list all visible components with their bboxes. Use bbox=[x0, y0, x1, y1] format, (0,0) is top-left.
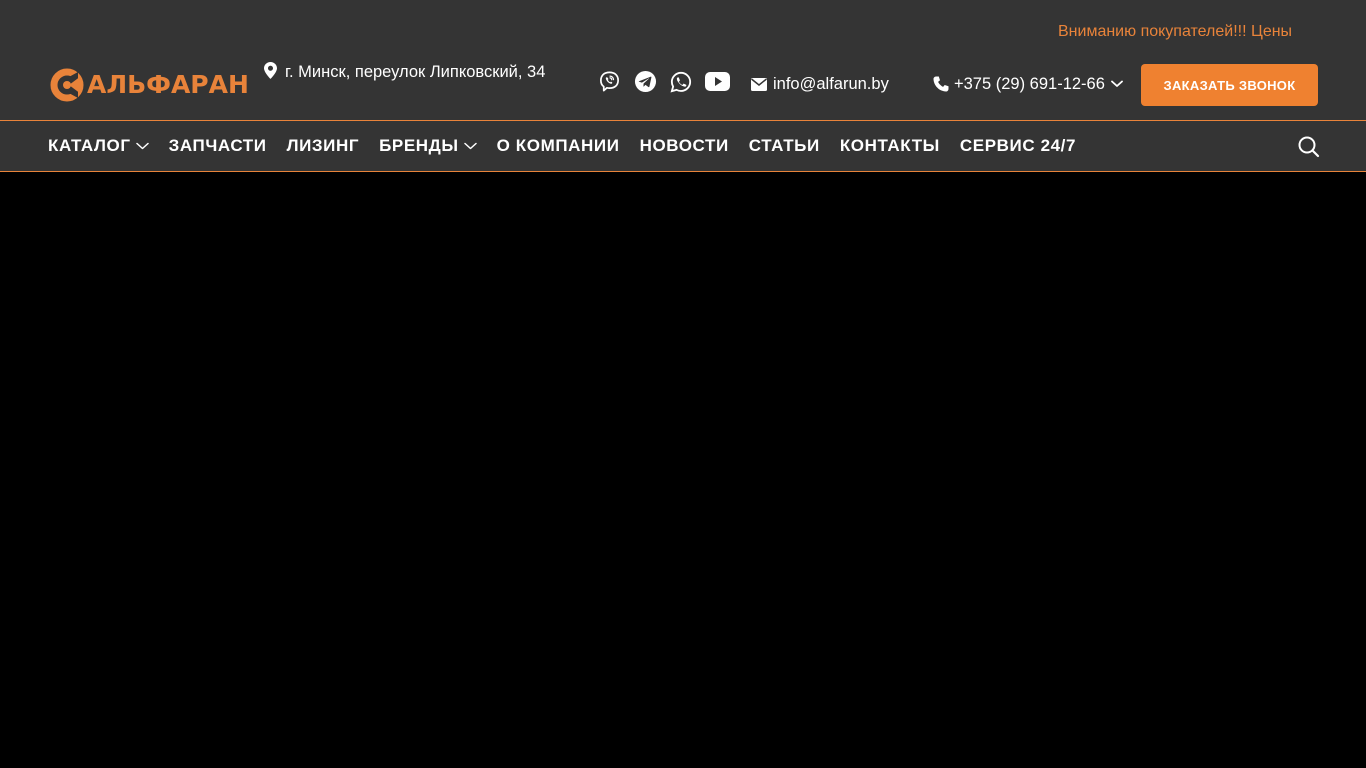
logo-mark-icon bbox=[50, 68, 84, 102]
map-pin-icon bbox=[264, 62, 277, 79]
whatsapp-link[interactable] bbox=[670, 71, 692, 98]
main-content-area bbox=[0, 172, 1366, 768]
nav-item-label: НОВОСТИ bbox=[639, 136, 729, 155]
email-text: info@alfarun.by bbox=[773, 74, 889, 93]
chevron-down-icon bbox=[135, 142, 149, 150]
youtube-icon bbox=[705, 72, 730, 91]
address-block: г. Минск, переулок Липковский, 34 bbox=[264, 59, 574, 85]
whatsapp-icon bbox=[670, 71, 692, 92]
announcement-ticker: Вниманию покупателей!!! Цены bbox=[1058, 20, 1318, 44]
email-link[interactable]: info@alfarun.by bbox=[751, 71, 889, 97]
nav-item-label: ЗАПЧАСТИ bbox=[168, 136, 267, 155]
nav-item-label: КОНТАКТЫ bbox=[839, 136, 940, 155]
phone-icon bbox=[933, 76, 949, 92]
nav-item-8[interactable]: КОНТАКТЫ bbox=[840, 136, 940, 156]
nav-item-6[interactable]: НОВОСТИ bbox=[640, 136, 729, 156]
address-text: г. Минск, переулок Липковский, 34 bbox=[285, 63, 546, 81]
logo-text: АЛЬФАРАН bbox=[87, 70, 249, 99]
nav-item-1[interactable]: КАТАЛОГ bbox=[48, 136, 149, 156]
nav-item-5[interactable]: О КОМПАНИИ bbox=[497, 136, 620, 156]
nav-item-label: СЕРВИС 24/7 bbox=[959, 136, 1077, 155]
announcement-text: Вниманию покупателей!!! Цены bbox=[1058, 23, 1293, 40]
phone-text: +375 (29) 691-12-66 bbox=[954, 74, 1105, 93]
header-topbar: АЛЬФАРАН г. Минск, переулок Липковский, … bbox=[0, 54, 1366, 120]
main-navigation: КАТАЛОГ ЗАПЧАСТИ ЛИЗИНГ БРЕНДЫ О КОМПАНИИ НОВ… bbox=[0, 120, 1366, 172]
youtube-link[interactable] bbox=[705, 72, 730, 96]
nav-items: КАТАЛОГ ЗАПЧАСТИ ЛИЗИНГ БРЕНДЫ О КОМПАНИИ НОВ… bbox=[48, 121, 1096, 171]
site-header: Вниманию покупателей!!! Цены АЛЬФАРАН г.… bbox=[0, 0, 1366, 172]
nav-item-label: КАТАЛОГ bbox=[48, 136, 131, 155]
nav-item-2[interactable]: ЗАПЧАСТИ bbox=[169, 136, 267, 156]
telegram-icon bbox=[634, 70, 657, 93]
phone-dropdown[interactable]: +375 (29) 691-12-66 bbox=[933, 71, 1123, 97]
nav-item-4[interactable]: БРЕНДЫ bbox=[379, 136, 477, 156]
nav-item-9[interactable]: СЕРВИС 24/7 bbox=[960, 136, 1076, 156]
site-logo[interactable]: АЛЬФАРАН bbox=[50, 68, 249, 102]
page: Вниманию покупателей!!! Цены АЛЬФАРАН г.… bbox=[0, 0, 1366, 768]
telegram-link[interactable] bbox=[634, 70, 657, 98]
nav-item-label: СТАТЬИ bbox=[748, 136, 820, 155]
nav-item-3[interactable]: ЛИЗИНГ bbox=[287, 136, 360, 156]
nav-item-7[interactable]: СТАТЬИ bbox=[749, 136, 820, 156]
nav-item-label: ЛИЗИНГ bbox=[286, 136, 360, 155]
chevron-down-icon bbox=[1111, 80, 1123, 87]
social-links bbox=[598, 70, 743, 98]
viber-icon bbox=[600, 71, 619, 92]
nav-item-label: О КОМПАНИИ bbox=[496, 136, 620, 155]
chevron-down-icon bbox=[463, 142, 477, 150]
viber-link[interactable] bbox=[598, 70, 621, 98]
nav-item-label: БРЕНДЫ bbox=[379, 136, 459, 155]
search-icon[interactable] bbox=[1297, 135, 1321, 159]
envelope-icon bbox=[751, 77, 767, 91]
order-callback-button[interactable]: ЗАКАЗАТЬ ЗВОНОК bbox=[1141, 64, 1318, 106]
